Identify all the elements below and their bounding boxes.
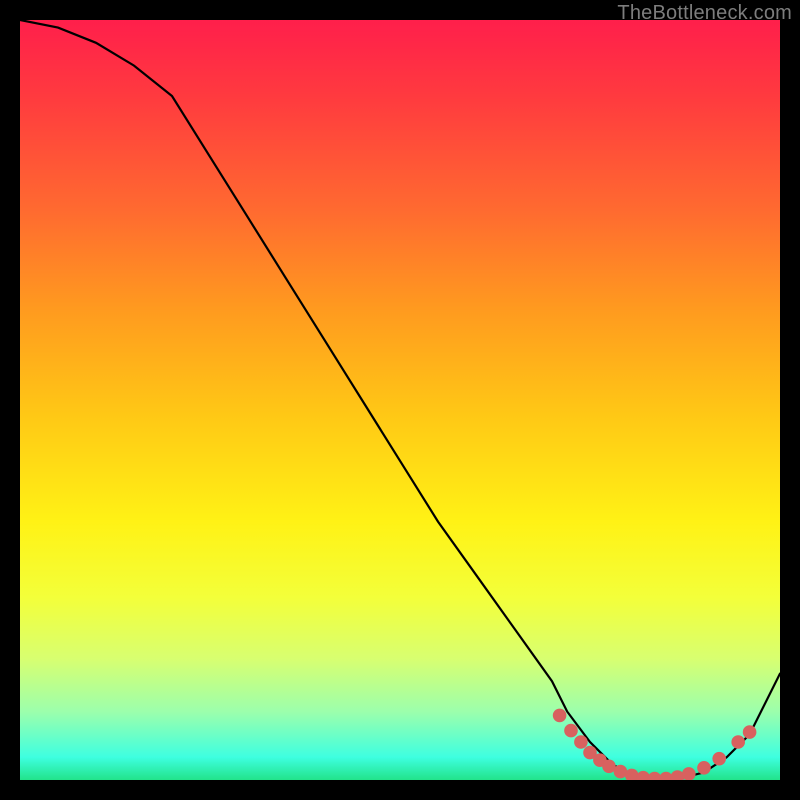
- marker-dot: [553, 709, 567, 723]
- marker-dot: [743, 725, 757, 739]
- main-curve: [20, 20, 780, 780]
- marker-dot: [712, 752, 726, 766]
- marker-dot: [564, 724, 578, 738]
- marker-dot: [682, 767, 696, 780]
- marker-dot: [574, 735, 588, 749]
- chart-svg: [20, 20, 780, 780]
- watermark-text: TheBottleneck.com: [617, 2, 792, 25]
- marker-dot: [731, 735, 745, 749]
- plot-area: [20, 20, 780, 780]
- marker-dots: [553, 709, 757, 780]
- chart-stage: TheBottleneck.com: [0, 0, 800, 800]
- marker-dot: [697, 761, 711, 775]
